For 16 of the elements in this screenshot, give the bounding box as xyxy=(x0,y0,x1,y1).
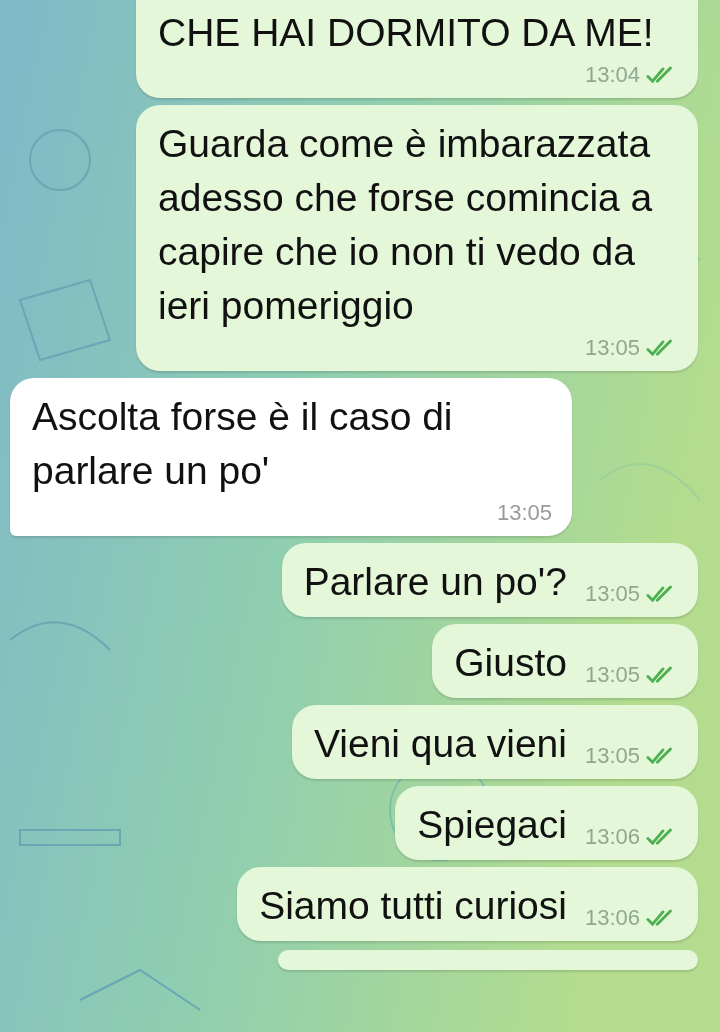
message-text: Giusto xyxy=(454,640,567,686)
message-time: 13:05 xyxy=(496,499,552,527)
message-text: Spiegaci xyxy=(417,802,567,848)
message-time: 13:04 xyxy=(584,61,640,89)
message-time: 13:05 xyxy=(584,742,640,770)
message-time: 13:05 xyxy=(584,334,640,362)
message-text: Vieni qua vieni xyxy=(313,721,567,767)
message-text: Parlare un po'? xyxy=(303,559,567,605)
message-text: Guarda come è imbarazzata adesso che forse comincia a capire che io non ti vedo da ieri pomeriggio xyxy=(158,121,654,329)
message-text: Siamo tutti curiosi xyxy=(259,883,567,929)
message-text: CHE HAI DORMITO DA ME! xyxy=(158,10,654,56)
message-time: 13:05 xyxy=(584,580,640,608)
message-time: 13:06 xyxy=(584,823,640,851)
message-time: 13:05 xyxy=(584,661,640,689)
message-text: Ascolta forse è il caso di parlare un po' xyxy=(32,394,454,494)
message-time: 13:06 xyxy=(584,904,640,932)
